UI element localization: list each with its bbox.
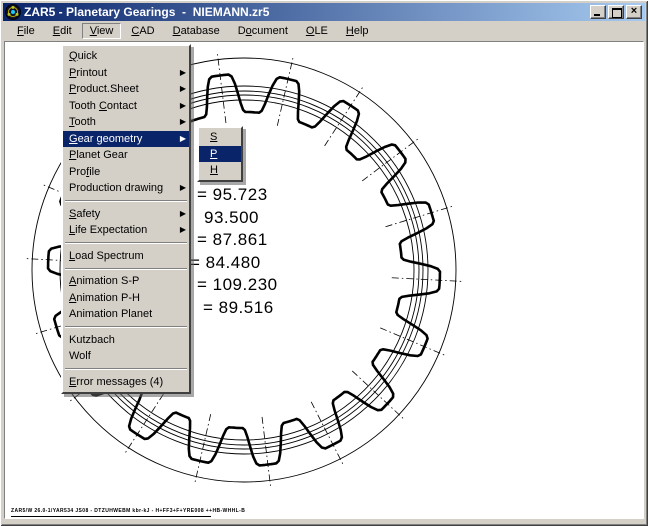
menu-item-life-expectation[interactable]: Life Expectation▶ bbox=[63, 222, 189, 239]
menu-item-gear-geometry[interactable]: Gear geometry▶ bbox=[63, 131, 189, 148]
menu-separator bbox=[63, 264, 189, 273]
submenu-arrow-icon: ▶ bbox=[180, 206, 186, 223]
gear-value-line: = 87.861 bbox=[197, 230, 268, 250]
menubar-item-edit[interactable]: Edit bbox=[45, 23, 80, 39]
menu-item-safety[interactable]: Safety▶ bbox=[63, 206, 189, 223]
menu-item-error-messages[interactable]: Error messages (4) bbox=[63, 374, 189, 391]
submenu-arrow-icon: ▶ bbox=[180, 222, 186, 239]
menubar-item-view[interactable]: View bbox=[82, 23, 122, 39]
gear-geometry-submenu: S P H bbox=[197, 126, 243, 182]
menu-separator bbox=[63, 323, 189, 332]
menu-item-profile[interactable]: Profile bbox=[63, 164, 189, 181]
submenu-arrow-icon: ▶ bbox=[180, 81, 186, 98]
minimize-button[interactable] bbox=[590, 5, 606, 19]
submenu-arrow-icon: ▶ bbox=[180, 98, 186, 115]
menu-item-load-spectrum[interactable]: Load Spectrum bbox=[63, 248, 189, 265]
menu-separator bbox=[63, 197, 189, 206]
gear-value-line: = 89.516 bbox=[203, 298, 274, 318]
menubar-item-help[interactable]: Help bbox=[338, 23, 377, 39]
menu-item-product-sheet[interactable]: Product.Sheet▶ bbox=[63, 81, 189, 98]
menu-separator bbox=[63, 365, 189, 374]
gear-tooth-centerline bbox=[386, 206, 453, 226]
gear-tooth-centerline bbox=[392, 278, 462, 282]
drawing-footer-text: ZAR5/W 26.0-1/YAR534 JS08 - DTZUHWEBM kb… bbox=[11, 508, 245, 514]
title-bar[interactable]: ZAR5 - Planetary Gearings - NIEMANN.zr5 … bbox=[3, 3, 645, 21]
menu-item-tooth[interactable]: Tooth▶ bbox=[63, 114, 189, 131]
menu-item-animation-planet[interactable]: Animation Planet bbox=[63, 306, 189, 323]
menubar-item-database[interactable]: Database bbox=[165, 23, 228, 39]
menu-item-animation-p-h[interactable]: Animation P-H bbox=[63, 290, 189, 307]
menubar-item-document[interactable]: Document bbox=[230, 23, 296, 39]
close-button[interactable]: × bbox=[626, 5, 642, 19]
menu-item-kutzbach[interactable]: Kutzbach bbox=[63, 332, 189, 349]
submenu-item-h[interactable]: H bbox=[199, 162, 241, 179]
menu-item-printout[interactable]: Printout▶ bbox=[63, 65, 189, 82]
menu-item-quick[interactable]: Quick bbox=[63, 48, 189, 65]
menu-item-planet-gear[interactable]: Planet Gear bbox=[63, 147, 189, 164]
menubar-item-ole[interactable]: OLE bbox=[298, 23, 336, 39]
gear-tooth-centerline bbox=[262, 417, 271, 486]
drawing-footer-rule bbox=[11, 516, 211, 517]
menu-item-production-drawing[interactable]: Production drawing▶ bbox=[63, 180, 189, 197]
submenu-arrow-icon: ▶ bbox=[180, 65, 186, 82]
gear-value-line: = 95.723 bbox=[197, 185, 268, 205]
menu-separator bbox=[63, 239, 189, 248]
submenu-item-s[interactable]: S bbox=[199, 129, 241, 146]
submenu-arrow-icon: ▶ bbox=[180, 131, 186, 148]
menubar-item-cad[interactable]: CAD bbox=[123, 23, 162, 39]
menu-bar: File Edit View CAD Database Document OLE… bbox=[3, 21, 645, 41]
submenu-item-p[interactable]: P bbox=[199, 146, 241, 163]
submenu-arrow-icon: ▶ bbox=[180, 180, 186, 197]
menu-item-tooth-contact[interactable]: Tooth Contact▶ bbox=[63, 98, 189, 115]
gear-tooth-centerline bbox=[217, 54, 226, 123]
close-icon: × bbox=[631, 5, 637, 17]
view-menu: Quick Printout▶ Product.Sheet▶ Tooth Con… bbox=[61, 44, 191, 394]
gear-value-line: = 84.480 bbox=[190, 253, 261, 273]
gear-value-line: = 109.230 bbox=[197, 275, 278, 295]
app-window: ZAR5 - Planetary Gearings - NIEMANN.zr5 … bbox=[0, 0, 648, 526]
maximize-button[interactable] bbox=[608, 5, 624, 19]
zar5-planetary-gear-icon bbox=[5, 4, 21, 20]
menu-item-animation-s-p[interactable]: Animation S-P bbox=[63, 273, 189, 290]
window-title: ZAR5 - Planetary Gearings - NIEMANN.zr5 bbox=[24, 3, 590, 21]
menubar-item-file[interactable]: File bbox=[9, 23, 43, 39]
gear-value-line: 93.500 bbox=[204, 208, 259, 228]
menu-item-wolf[interactable]: Wolf bbox=[63, 348, 189, 365]
submenu-arrow-icon: ▶ bbox=[180, 114, 186, 131]
